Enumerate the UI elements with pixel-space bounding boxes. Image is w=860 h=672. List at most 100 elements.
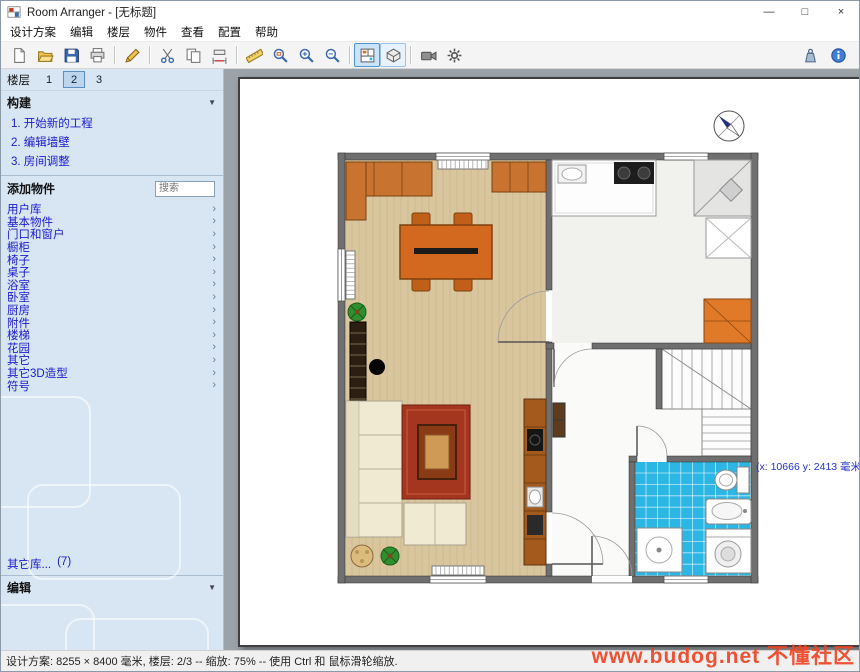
copy-button[interactable] bbox=[180, 43, 206, 67]
edit-header[interactable]: 编辑 ▼ bbox=[1, 576, 223, 598]
menu-item-2[interactable]: 编辑 bbox=[63, 24, 100, 40]
new-button[interactable] bbox=[6, 43, 32, 67]
category-item-6[interactable]: 桌子› bbox=[7, 266, 216, 279]
category-item-8[interactable]: 卧室› bbox=[7, 291, 216, 304]
more-libraries-link[interactable]: 其它库... (7) bbox=[1, 554, 223, 575]
view-3d-icon bbox=[385, 47, 402, 64]
view-2d-button[interactable] bbox=[354, 43, 380, 67]
window-title: Room Arranger - [无标题] bbox=[27, 4, 156, 20]
camera-button[interactable] bbox=[415, 43, 441, 67]
ruler-button[interactable] bbox=[241, 43, 267, 67]
kitchen-sideboard[interactable] bbox=[524, 399, 546, 565]
drawing-page[interactable]: (x: 10666 y: 2413 毫米) bbox=[238, 77, 859, 647]
title-bar: Room Arranger - [无标题] — □ × bbox=[1, 1, 859, 23]
chevron-right-icon: › bbox=[212, 330, 216, 341]
zoom-in-button[interactable] bbox=[293, 43, 319, 67]
category-item-14[interactable]: 其它3D造型› bbox=[7, 367, 216, 380]
info-button[interactable] bbox=[825, 43, 851, 67]
washbasin[interactable] bbox=[706, 499, 751, 524]
open-button[interactable] bbox=[32, 43, 58, 67]
build-header[interactable]: 构建 ▼ bbox=[1, 91, 223, 113]
radiator[interactable] bbox=[346, 251, 355, 299]
sideboard-top[interactable] bbox=[492, 162, 546, 192]
view-3d-button[interactable] bbox=[380, 43, 406, 67]
category-item-9[interactable]: 厨房› bbox=[7, 304, 216, 317]
cut-button[interactable] bbox=[154, 43, 180, 67]
build-step-3[interactable]: 3. 房间调整 bbox=[11, 153, 223, 169]
build-step-1[interactable]: 1. 开始新的工程 bbox=[11, 115, 223, 131]
search-input[interactable] bbox=[155, 181, 215, 197]
weight-button[interactable] bbox=[797, 43, 823, 67]
minimize-button[interactable]: — bbox=[751, 1, 787, 23]
camera-icon bbox=[420, 47, 437, 64]
cursor-coordinates: (x: 10666 y: 2413 毫米) bbox=[756, 459, 859, 474]
window-controls: — □ × bbox=[751, 1, 859, 23]
build-title: 构建 bbox=[7, 94, 31, 111]
menu-item-3[interactable]: 楼层 bbox=[100, 24, 137, 40]
close-button[interactable]: × bbox=[823, 1, 859, 23]
settings-button[interactable] bbox=[441, 43, 467, 67]
save-button[interactable] bbox=[58, 43, 84, 67]
floor-tab-1[interactable]: 1 bbox=[38, 71, 60, 88]
status-text: 设计方案: 8255 × 8400 毫米, 楼层: 2/3 -- 缩放: 75%… bbox=[6, 653, 398, 669]
kitchen-corner-cabinet[interactable] bbox=[694, 160, 751, 216]
floor-plan[interactable] bbox=[240, 79, 859, 645]
category-item-7[interactable]: 浴室› bbox=[7, 279, 216, 292]
kitchen-counter[interactable] bbox=[552, 160, 656, 216]
new-icon bbox=[11, 47, 28, 64]
more-libraries-count: (7) bbox=[57, 556, 71, 572]
radiator[interactable] bbox=[432, 566, 484, 575]
print-button[interactable] bbox=[84, 43, 110, 67]
ottoman[interactable] bbox=[404, 503, 466, 545]
shower[interactable] bbox=[637, 528, 682, 572]
side-table[interactable] bbox=[351, 545, 373, 567]
compass-icon[interactable] bbox=[714, 111, 744, 141]
menu-item-1[interactable]: 设计方案 bbox=[3, 24, 63, 40]
build-step-2[interactable]: 2. 编辑墙壁 bbox=[11, 134, 223, 150]
floor-tab-3[interactable]: 3 bbox=[88, 71, 110, 88]
info-icon bbox=[830, 47, 847, 64]
print-icon bbox=[89, 47, 106, 64]
sidebar-spacer bbox=[1, 392, 223, 554]
chevron-right-icon: › bbox=[212, 342, 216, 353]
menu-item-6[interactable]: 配置 bbox=[211, 24, 248, 40]
view-2d-icon bbox=[359, 47, 376, 64]
pencil-button[interactable] bbox=[119, 43, 145, 67]
maximize-button[interactable]: □ bbox=[787, 1, 823, 23]
dining-set[interactable] bbox=[400, 213, 492, 291]
floor-tab-2[interactable]: 2 bbox=[63, 71, 85, 88]
collapse-caret-icon[interactable]: ▼ bbox=[208, 98, 216, 107]
category-item-11[interactable]: 楼梯› bbox=[7, 329, 216, 342]
washing-machine[interactable] bbox=[706, 529, 751, 573]
column[interactable] bbox=[369, 359, 385, 375]
category-item-12[interactable]: 花园› bbox=[7, 342, 216, 355]
chevron-right-icon: › bbox=[212, 204, 216, 215]
category-item-15[interactable]: 符号› bbox=[7, 379, 216, 392]
watermark: www.budog.net 不懂社区 bbox=[592, 640, 855, 670]
menu-item-4[interactable]: 物件 bbox=[137, 24, 174, 40]
rug-and-coffee-table[interactable] bbox=[402, 405, 470, 499]
radiator[interactable] bbox=[438, 160, 488, 169]
category-item-3[interactable]: 门口和窗户› bbox=[7, 228, 216, 241]
fridge[interactable] bbox=[706, 218, 751, 258]
sofa[interactable] bbox=[346, 401, 402, 537]
bookshelf[interactable] bbox=[350, 322, 366, 406]
app-icon bbox=[7, 5, 21, 19]
decorative-shape bbox=[1, 604, 95, 650]
zoom-window-button[interactable] bbox=[267, 43, 293, 67]
kitchen-tall-cabinet[interactable] bbox=[704, 299, 751, 343]
category-item-4[interactable]: 橱柜› bbox=[7, 241, 216, 254]
potted-plant[interactable] bbox=[348, 303, 366, 321]
build-steps: 1. 开始新的工程 2. 编辑墙壁 3. 房间调整 bbox=[1, 113, 223, 175]
potted-plant[interactable] bbox=[381, 547, 399, 565]
shoe-cabinet[interactable] bbox=[553, 403, 565, 437]
measure-button[interactable] bbox=[206, 43, 232, 67]
menu-item-7[interactable]: 帮助 bbox=[248, 24, 285, 40]
category-item-10[interactable]: 附件› bbox=[7, 316, 216, 329]
menu-item-5[interactable]: 查看 bbox=[174, 24, 211, 40]
toolbar bbox=[1, 42, 859, 69]
canvas-area[interactable]: (x: 10666 y: 2413 毫米) bbox=[224, 69, 859, 650]
category-item-5[interactable]: 椅子› bbox=[7, 253, 216, 266]
zoom-out-button[interactable] bbox=[319, 43, 345, 67]
collapse-caret-icon[interactable]: ▼ bbox=[208, 583, 216, 592]
